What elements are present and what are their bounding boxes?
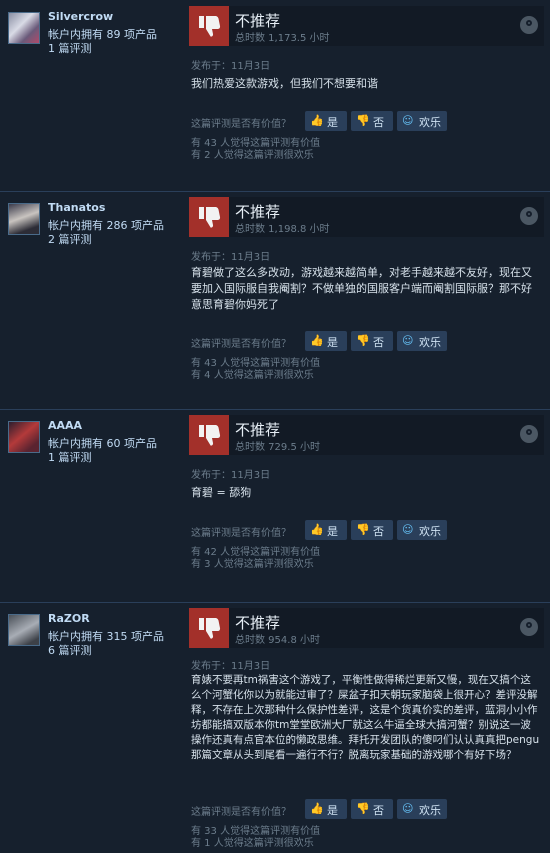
recommendation-header[interactable]: 不推荐 总时数 1,198.8 小时 (189, 197, 544, 237)
divider (0, 409, 550, 410)
vote-no-button[interactable]: 👎 否 (351, 111, 393, 131)
steam-icon (520, 207, 538, 225)
thumbs-down-icon: 👎 (356, 802, 370, 815)
thumbs-up-icon: 👍 (310, 802, 324, 815)
steam-icon (520, 618, 538, 636)
thumbs-down-icon: 👎 (356, 334, 370, 347)
author-name[interactable]: RaZOR (48, 612, 90, 625)
recommendation-header[interactable]: 不推荐 总时数 729.5 小时 (189, 415, 544, 455)
thumbs-down-icon (189, 197, 229, 237)
avatar[interactable] (8, 614, 40, 646)
review-count[interactable]: 1 篇评测 (48, 449, 92, 465)
helpful-count: 有 42 人觉得这篇评测有价值 (191, 547, 321, 558)
recommendation-header[interactable]: 不推荐 总时数 1,173.5 小时 (189, 6, 544, 46)
helpful-count: 有 43 人觉得这篇评测有价值 (191, 138, 321, 149)
review-count[interactable]: 6 篇评测 (48, 642, 92, 658)
helpful-question: 这篇评测是否有价值？ (191, 339, 291, 350)
thumbs-down-icon (189, 608, 229, 648)
thumbs-down-icon: 👎 (356, 523, 370, 536)
recommendation-header[interactable]: 不推荐 总时数 954.8 小时 (189, 608, 544, 648)
vote-yes-button[interactable]: 👍 是 (305, 111, 347, 131)
smile-icon: ☺ (402, 802, 414, 815)
recommendation-label: 不推荐 (235, 421, 281, 439)
review-card: Thanatos 帐户内拥有 286 项产品 2 篇评测 不推荐 总时数 1,1… (0, 191, 550, 409)
review-card: AAAA 帐户内拥有 60 项产品 1 篇评测 不推荐 总时数 729.5 小时… (0, 409, 550, 602)
vote-funny-button[interactable]: ☺ 欢乐 (397, 111, 447, 131)
author-name[interactable]: Silvercrow (48, 10, 113, 23)
smile-icon: ☺ (402, 523, 414, 536)
review-count[interactable]: 1 篇评测 (48, 40, 92, 56)
thumbs-down-icon (189, 415, 229, 455)
review-text: 育婊不要再tm祸害这个游戏了，平衡性做得稀烂更新又慢，现在又搞个这么个河蟹化你以… (191, 674, 540, 761)
vote-funny-button[interactable]: ☺ 欢乐 (397, 799, 447, 819)
review-text: 我们热爱这款游戏，但我们不想要和谐 (191, 77, 378, 90)
review-count[interactable]: 2 篇评测 (48, 231, 92, 247)
vote-no-button[interactable]: 👎 否 (351, 520, 393, 540)
author-name[interactable]: Thanatos (48, 201, 105, 214)
playtime-hours: 总时数 954.8 小时 (235, 635, 320, 646)
steam-icon (520, 16, 538, 34)
review-text: 育碧做了这么多改动，游戏越来越简单，对老手越来越不友好，现在又要加入国际服自我阉… (191, 266, 532, 311)
thumbs-up-icon: 👍 (310, 523, 324, 536)
divider (0, 602, 550, 603)
recommendation-label: 不推荐 (235, 614, 281, 632)
author-name[interactable]: AAAA (48, 419, 82, 432)
helpful-question: 这篇评测是否有价值？ (191, 528, 291, 539)
helpful-question: 这篇评测是否有价值？ (191, 119, 291, 130)
playtime-hours: 总时数 729.5 小时 (235, 442, 320, 453)
recommendation-label: 不推荐 (235, 203, 281, 221)
funny-count: 有 1 人觉得这篇评测很欢乐 (191, 838, 314, 849)
smile-icon: ☺ (402, 334, 414, 347)
posted-date: 发布于：11月3日 (191, 61, 271, 72)
funny-count: 有 2 人觉得这篇评测很欢乐 (191, 150, 314, 161)
review-card: RaZOR 帐户内拥有 315 项产品 6 篇评测 不推荐 总时数 954.8 … (0, 602, 550, 853)
review-text: 育碧 = 舔狗 (191, 486, 252, 499)
vote-no-button[interactable]: 👎 否 (351, 799, 393, 819)
funny-count: 有 3 人觉得这篇评测很欢乐 (191, 559, 314, 570)
smile-icon: ☺ (402, 114, 414, 127)
helpful-count: 有 33 人觉得这篇评测有价值 (191, 826, 321, 837)
playtime-hours: 总时数 1,173.5 小时 (235, 33, 330, 44)
vote-funny-button[interactable]: ☺ 欢乐 (397, 331, 447, 351)
vote-no-button[interactable]: 👎 否 (351, 331, 393, 351)
vote-yes-button[interactable]: 👍 是 (305, 331, 347, 351)
vote-funny-button[interactable]: ☺ 欢乐 (397, 520, 447, 540)
funny-count: 有 4 人觉得这篇评测很欢乐 (191, 370, 314, 381)
divider (0, 191, 550, 192)
vote-yes-button[interactable]: 👍 是 (305, 520, 347, 540)
playtime-hours: 总时数 1,198.8 小时 (235, 224, 330, 235)
posted-date: 发布于：11月3日 (191, 470, 271, 481)
review-card: Silvercrow 帐户内拥有 89 项产品 1 篇评测 不推荐 总时数 1,… (0, 0, 550, 191)
posted-date: 发布于：11月3日 (191, 252, 271, 263)
avatar[interactable] (8, 203, 40, 235)
thumbs-down-icon (189, 6, 229, 46)
avatar[interactable] (8, 421, 40, 453)
recommendation-label: 不推荐 (235, 12, 281, 30)
steam-icon (520, 425, 538, 443)
thumbs-down-icon: 👎 (356, 114, 370, 127)
thumbs-up-icon: 👍 (310, 334, 324, 347)
thumbs-up-icon: 👍 (310, 114, 324, 127)
avatar[interactable] (8, 12, 40, 44)
helpful-question: 这篇评测是否有价值？ (191, 807, 291, 818)
vote-yes-button[interactable]: 👍 是 (305, 799, 347, 819)
posted-date: 发布于：11月3日 (191, 661, 271, 672)
helpful-count: 有 43 人觉得这篇评测有价值 (191, 358, 321, 369)
